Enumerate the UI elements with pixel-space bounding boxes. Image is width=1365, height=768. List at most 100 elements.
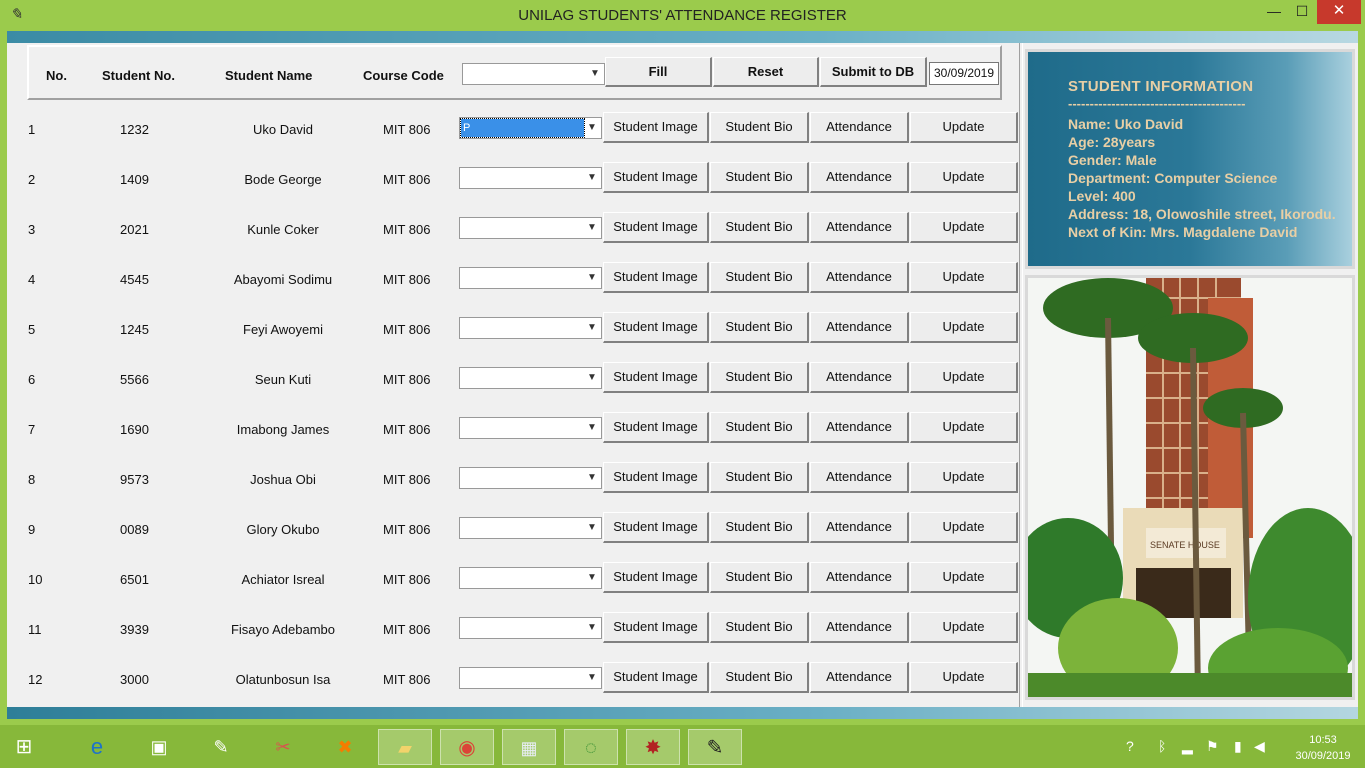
attendance-status-select[interactable]: ▼ [459, 567, 602, 589]
attendance-status-select[interactable]: ▼ [459, 317, 602, 339]
attendance-button[interactable]: Attendance [810, 562, 909, 593]
attendance-button[interactable]: Attendance [810, 662, 909, 693]
flag-icon[interactable]: ⚑ [1206, 738, 1219, 755]
update-button[interactable]: Update [910, 312, 1018, 343]
student-image-button[interactable]: Student Image [603, 362, 709, 393]
volume-icon[interactable]: ◀ [1254, 738, 1265, 755]
paint-icon[interactable]: ✂ [256, 729, 310, 765]
student-bio-button[interactable]: Student Bio [710, 312, 809, 343]
student-image-button[interactable]: Student Image [603, 212, 709, 243]
chevron-down-icon[interactable]: ▼ [586, 521, 598, 535]
student-bio-button[interactable]: Student Bio [710, 512, 809, 543]
attendance-button[interactable]: Attendance [810, 162, 909, 193]
feather-app-taskbar-icon[interactable]: ✎ [688, 729, 742, 765]
student-image-button[interactable]: Student Image [603, 262, 709, 293]
internet-explorer-icon[interactable]: e [70, 729, 124, 765]
attendance-button[interactable]: Attendance [810, 362, 909, 393]
update-button[interactable]: Update [910, 112, 1018, 143]
chrome-icon[interactable]: ◉ [440, 729, 494, 765]
student-bio-button[interactable]: Student Bio [710, 662, 809, 693]
update-button[interactable]: Update [910, 562, 1018, 593]
student-image-button[interactable]: Student Image [603, 162, 709, 193]
notepad-plus-icon[interactable]: ✎ [194, 729, 248, 765]
chevron-down-icon[interactable]: ▼ [586, 371, 598, 385]
student-image-button[interactable]: Student Image [603, 112, 709, 143]
store-icon[interactable]: ▣ [132, 729, 186, 765]
reset-button[interactable]: Reset [713, 57, 819, 87]
update-button[interactable]: Update [910, 412, 1018, 443]
attendance-status-select[interactable]: ▼ [459, 417, 602, 439]
chevron-down-icon[interactable]: ▼ [589, 67, 601, 81]
attendance-status-select[interactable]: ▼ [459, 367, 602, 389]
attendance-status-select[interactable]: ▼ [459, 467, 602, 489]
chevron-down-icon[interactable]: ▼ [586, 321, 598, 335]
chevron-down-icon[interactable]: ▼ [586, 421, 598, 435]
update-button[interactable]: Update [910, 262, 1018, 293]
network-icon[interactable]: ▂ [1182, 738, 1193, 755]
taskbar-clock[interactable]: 10:53 30/09/2019 [1288, 732, 1358, 764]
minimize-button[interactable]: — [1262, 0, 1286, 24]
student-image-button[interactable]: Student Image [603, 412, 709, 443]
attendance-status-select[interactable]: ▼ [459, 517, 602, 539]
student-bio-button[interactable]: Student Bio [710, 612, 809, 643]
fill-button[interactable]: Fill [605, 57, 712, 87]
loading-app-icon[interactable]: ◌ [564, 729, 618, 765]
attendance-button[interactable]: Attendance [810, 262, 909, 293]
student-bio-button[interactable]: Student Bio [710, 462, 809, 493]
update-button[interactable]: Update [910, 212, 1018, 243]
chevron-down-icon[interactable]: ▼ [586, 121, 598, 135]
bluetooth-icon[interactable]: ᛒ [1158, 738, 1166, 754]
student-bio-button[interactable]: Student Bio [710, 562, 809, 593]
chevron-down-icon[interactable]: ▼ [586, 221, 598, 235]
student-image-button[interactable]: Student Image [603, 512, 709, 543]
attendance-button[interactable]: Attendance [810, 112, 909, 143]
network-tool-icon[interactable]: ✸ [626, 729, 680, 765]
date-field[interactable]: 30/09/2019 [929, 62, 999, 85]
attendance-button[interactable]: Attendance [810, 612, 909, 643]
chevron-down-icon[interactable]: ▼ [586, 471, 598, 485]
chevron-down-icon[interactable]: ▼ [586, 571, 598, 585]
update-button[interactable]: Update [910, 162, 1018, 193]
attendance-button[interactable]: Attendance [810, 212, 909, 243]
help-icon[interactable]: ? [1126, 738, 1134, 754]
close-button[interactable]: ✕ [1317, 0, 1361, 24]
chevron-down-icon[interactable]: ▼ [586, 171, 598, 185]
attendance-status-select[interactable]: ▼ [459, 617, 602, 639]
attendance-button[interactable]: Attendance [810, 462, 909, 493]
chevron-down-icon[interactable]: ▼ [586, 621, 598, 635]
update-button[interactable]: Update [910, 512, 1018, 543]
maximize-button[interactable]: ☐ [1290, 0, 1314, 24]
student-bio-button[interactable]: Student Bio [710, 212, 809, 243]
submit-to-db-button[interactable]: Submit to DB [820, 57, 927, 87]
fill-status-select[interactable]: ▼ [462, 63, 605, 85]
student-image-button[interactable]: Student Image [603, 612, 709, 643]
attendance-button[interactable]: Attendance [810, 412, 909, 443]
student-bio-button[interactable]: Student Bio [710, 162, 809, 193]
xampp-icon[interactable]: ✖ [318, 729, 372, 765]
student-image-button[interactable]: Student Image [603, 312, 709, 343]
attendance-status-select[interactable]: P ▼ [459, 117, 602, 139]
chevron-down-icon[interactable]: ▼ [586, 271, 598, 285]
battery-icon[interactable]: ▮ [1234, 738, 1242, 755]
attendance-status-select[interactable]: ▼ [459, 667, 602, 689]
file-explorer-icon[interactable]: ▰ [378, 729, 432, 765]
update-button[interactable]: Update [910, 462, 1018, 493]
student-image-button[interactable]: Student Image [603, 462, 709, 493]
student-bio-button[interactable]: Student Bio [710, 412, 809, 443]
attendance-button[interactable]: Attendance [810, 512, 909, 543]
attendance-button[interactable]: Attendance [810, 312, 909, 343]
update-button[interactable]: Update [910, 612, 1018, 643]
attendance-status-select[interactable]: ▼ [459, 267, 602, 289]
calculator-icon[interactable]: ▦ [502, 729, 556, 765]
update-button[interactable]: Update [910, 662, 1018, 693]
windows-start-icon[interactable]: ⊞ [0, 729, 48, 765]
student-bio-button[interactable]: Student Bio [710, 112, 809, 143]
student-bio-button[interactable]: Student Bio [710, 362, 809, 393]
student-image-button[interactable]: Student Image [603, 562, 709, 593]
student-image-button[interactable]: Student Image [603, 662, 709, 693]
chevron-down-icon[interactable]: ▼ [586, 671, 598, 685]
attendance-status-select[interactable]: ▼ [459, 217, 602, 239]
attendance-status-select[interactable]: ▼ [459, 167, 602, 189]
student-bio-button[interactable]: Student Bio [710, 262, 809, 293]
update-button[interactable]: Update [910, 362, 1018, 393]
